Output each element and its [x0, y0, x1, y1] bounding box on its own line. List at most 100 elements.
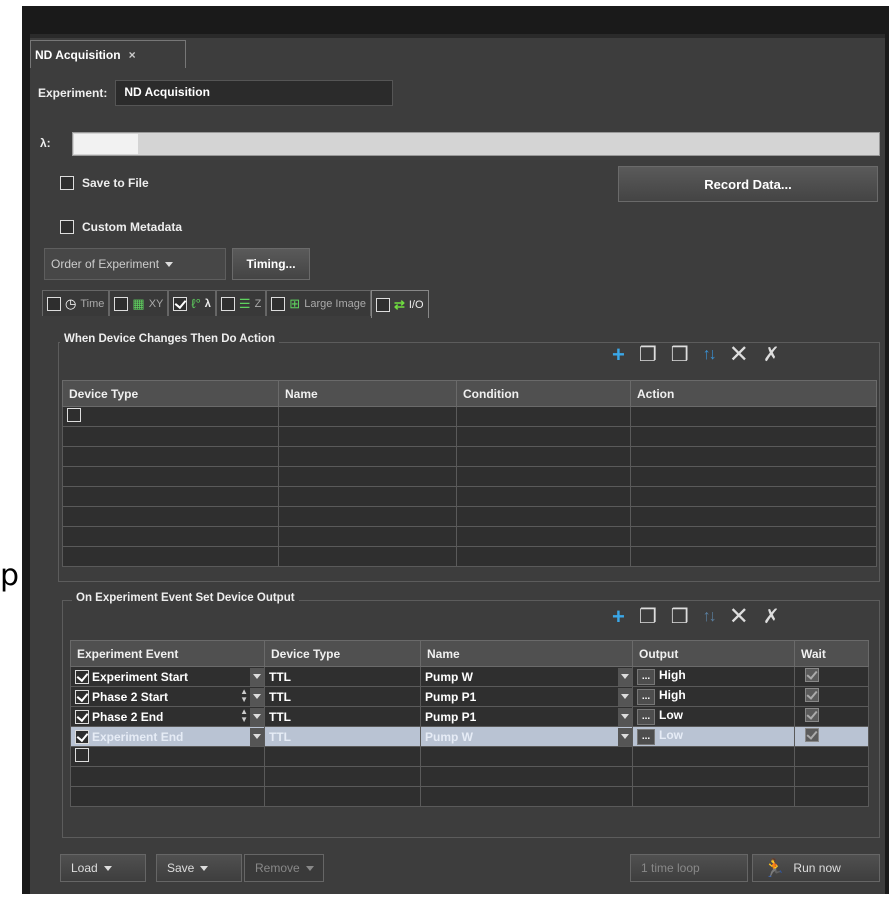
- tab-large-image-label: Large Image: [304, 297, 366, 310]
- table-row[interactable]: Experiment End TTL Pump W ... Low: [70, 726, 869, 747]
- column-header[interactable]: Output: [632, 640, 795, 667]
- wait-checkbox[interactable]: [805, 668, 819, 682]
- add-icon[interactable]: +: [612, 342, 625, 368]
- output-cell[interactable]: High: [659, 668, 686, 682]
- output-cell[interactable]: Low: [659, 728, 683, 742]
- order-of-experiment-dropdown[interactable]: Order of Experiment: [44, 248, 226, 280]
- save-to-file-option[interactable]: Save to File: [60, 176, 149, 190]
- device-type-cell[interactable]: TTL: [264, 686, 421, 707]
- name-cell: Pump P1: [425, 689, 477, 704]
- save-to-file-checkbox[interactable]: [60, 176, 74, 190]
- custom-metadata-checkbox[interactable]: [60, 220, 74, 234]
- column-header[interactable]: Device Type: [264, 640, 421, 667]
- column-header[interactable]: Device Type: [62, 380, 279, 407]
- spinner-icon[interactable]: ▲ ▼: [240, 708, 248, 726]
- column-header[interactable]: Wait: [794, 640, 869, 667]
- tab-time[interactable]: ◷ Time: [42, 290, 110, 316]
- chevron-down-icon[interactable]: [618, 687, 632, 706]
- chevron-down-icon[interactable]: [618, 707, 632, 726]
- duplicate-icon[interactable]: ❐: [639, 604, 657, 629]
- custom-metadata-option[interactable]: Custom Metadata: [60, 220, 182, 234]
- wait-checkbox[interactable]: [805, 728, 819, 742]
- event-label: Phase 2 End: [92, 709, 164, 724]
- move-up-down-icon[interactable]: ↑↓: [703, 608, 717, 626]
- time-checkbox[interactable]: [47, 296, 61, 311]
- output-cell[interactable]: Low: [659, 708, 683, 722]
- spinner-icon[interactable]: ▲ ▼: [240, 688, 248, 706]
- remove-button[interactable]: Remove: [244, 854, 324, 882]
- tab-lambda[interactable]: ℓ° λ: [168, 290, 216, 316]
- table-row[interactable]: Phase 2 End ▲ ▼ TTL Pump P1 ... Low: [70, 706, 869, 727]
- device-type-cell[interactable]: TTL: [264, 666, 421, 687]
- wait-checkbox[interactable]: [805, 688, 819, 702]
- copy-icon[interactable]: ❒: [671, 604, 689, 629]
- chevron-down-icon: [305, 865, 314, 871]
- lambda-selection: [74, 134, 138, 154]
- record-data-button[interactable]: Record Data...: [618, 166, 878, 202]
- table-row: [62, 526, 877, 547]
- chevron-down-icon[interactable]: [618, 667, 632, 686]
- device-output-title: On Experiment Event Set Device Output: [72, 592, 299, 604]
- table-row[interactable]: [70, 746, 869, 767]
- table-header: Experiment Event Device Type Name Output…: [70, 640, 869, 667]
- tab-xy[interactable]: ▦ XY: [109, 290, 169, 316]
- delete-icon[interactable]: ✕: [729, 602, 749, 631]
- new-row-checkbox[interactable]: [75, 748, 89, 762]
- event-checkbox[interactable]: [75, 709, 89, 724]
- more-icon[interactable]: ...: [637, 728, 655, 745]
- order-row: Order of Experiment Timing...: [44, 248, 310, 280]
- run-now-button[interactable]: 🏃 Run now: [752, 854, 880, 882]
- loop-button[interactable]: 1 time loop: [630, 854, 748, 882]
- device-type-cell[interactable]: TTL: [264, 726, 421, 747]
- io-checkbox[interactable]: [375, 297, 390, 312]
- new-row-checkbox[interactable]: [67, 408, 81, 422]
- table-row[interactable]: Experiment Start TTL Pump W ... High: [70, 666, 869, 687]
- chevron-down-icon[interactable]: [250, 707, 264, 726]
- chevron-down-icon[interactable]: [250, 727, 264, 746]
- column-header[interactable]: Name: [278, 380, 457, 407]
- close-icon[interactable]: ×: [129, 48, 136, 62]
- delete-all-icon[interactable]: ✗: [763, 342, 780, 367]
- copy-icon[interactable]: ❒: [671, 342, 689, 367]
- table-row: [62, 506, 877, 527]
- add-icon[interactable]: +: [612, 604, 625, 630]
- column-header[interactable]: Name: [420, 640, 633, 667]
- lambda-checkbox[interactable]: [173, 296, 188, 311]
- load-button[interactable]: Load: [60, 854, 146, 882]
- output-cell[interactable]: High: [659, 688, 686, 702]
- chevron-down-icon[interactable]: [250, 667, 264, 686]
- column-header[interactable]: Experiment Event: [70, 640, 265, 667]
- more-icon[interactable]: ...: [637, 688, 655, 705]
- more-icon[interactable]: ...: [637, 708, 655, 725]
- event-checkbox[interactable]: [75, 669, 89, 684]
- column-header[interactable]: Condition: [456, 380, 631, 407]
- save-button[interactable]: Save: [156, 854, 242, 882]
- tab-title: ND Acquisition: [35, 47, 121, 62]
- wait-checkbox[interactable]: [805, 708, 819, 722]
- tab-large-image[interactable]: ⊞ Large Image: [266, 290, 371, 316]
- duplicate-icon[interactable]: ❐: [639, 342, 657, 367]
- tab-nd-acquisition[interactable]: ND Acquisition ×: [30, 40, 186, 68]
- large-image-checkbox[interactable]: [271, 296, 286, 311]
- delete-all-icon[interactable]: ✗: [763, 604, 780, 629]
- run-label: Run now: [793, 861, 841, 875]
- experiment-name-input[interactable]: ND Acquisition: [115, 80, 394, 106]
- xy-checkbox[interactable]: [114, 296, 129, 311]
- chevron-down-icon[interactable]: [250, 687, 264, 706]
- chevron-down-icon[interactable]: [618, 727, 632, 746]
- event-checkbox[interactable]: [75, 729, 89, 744]
- tab-io[interactable]: ⇄ I/O: [370, 290, 429, 318]
- delete-icon[interactable]: ✕: [729, 340, 749, 369]
- device-type-cell[interactable]: TTL: [264, 706, 421, 727]
- run-icon: 🏃: [763, 857, 786, 878]
- column-header[interactable]: Action: [630, 380, 877, 407]
- timing-button[interactable]: Timing...: [232, 248, 310, 280]
- move-up-down-icon[interactable]: ↑↓: [703, 346, 717, 364]
- table-row[interactable]: [62, 406, 877, 427]
- tab-z[interactable]: ☰ Z: [215, 290, 267, 316]
- more-icon[interactable]: ...: [637, 668, 655, 685]
- table-row[interactable]: Phase 2 Start ▲ ▼ TTL Pump P1 ... High: [70, 686, 869, 707]
- event-checkbox[interactable]: [75, 689, 89, 704]
- z-checkbox[interactable]: [220, 296, 235, 311]
- lambda-field[interactable]: [72, 132, 880, 156]
